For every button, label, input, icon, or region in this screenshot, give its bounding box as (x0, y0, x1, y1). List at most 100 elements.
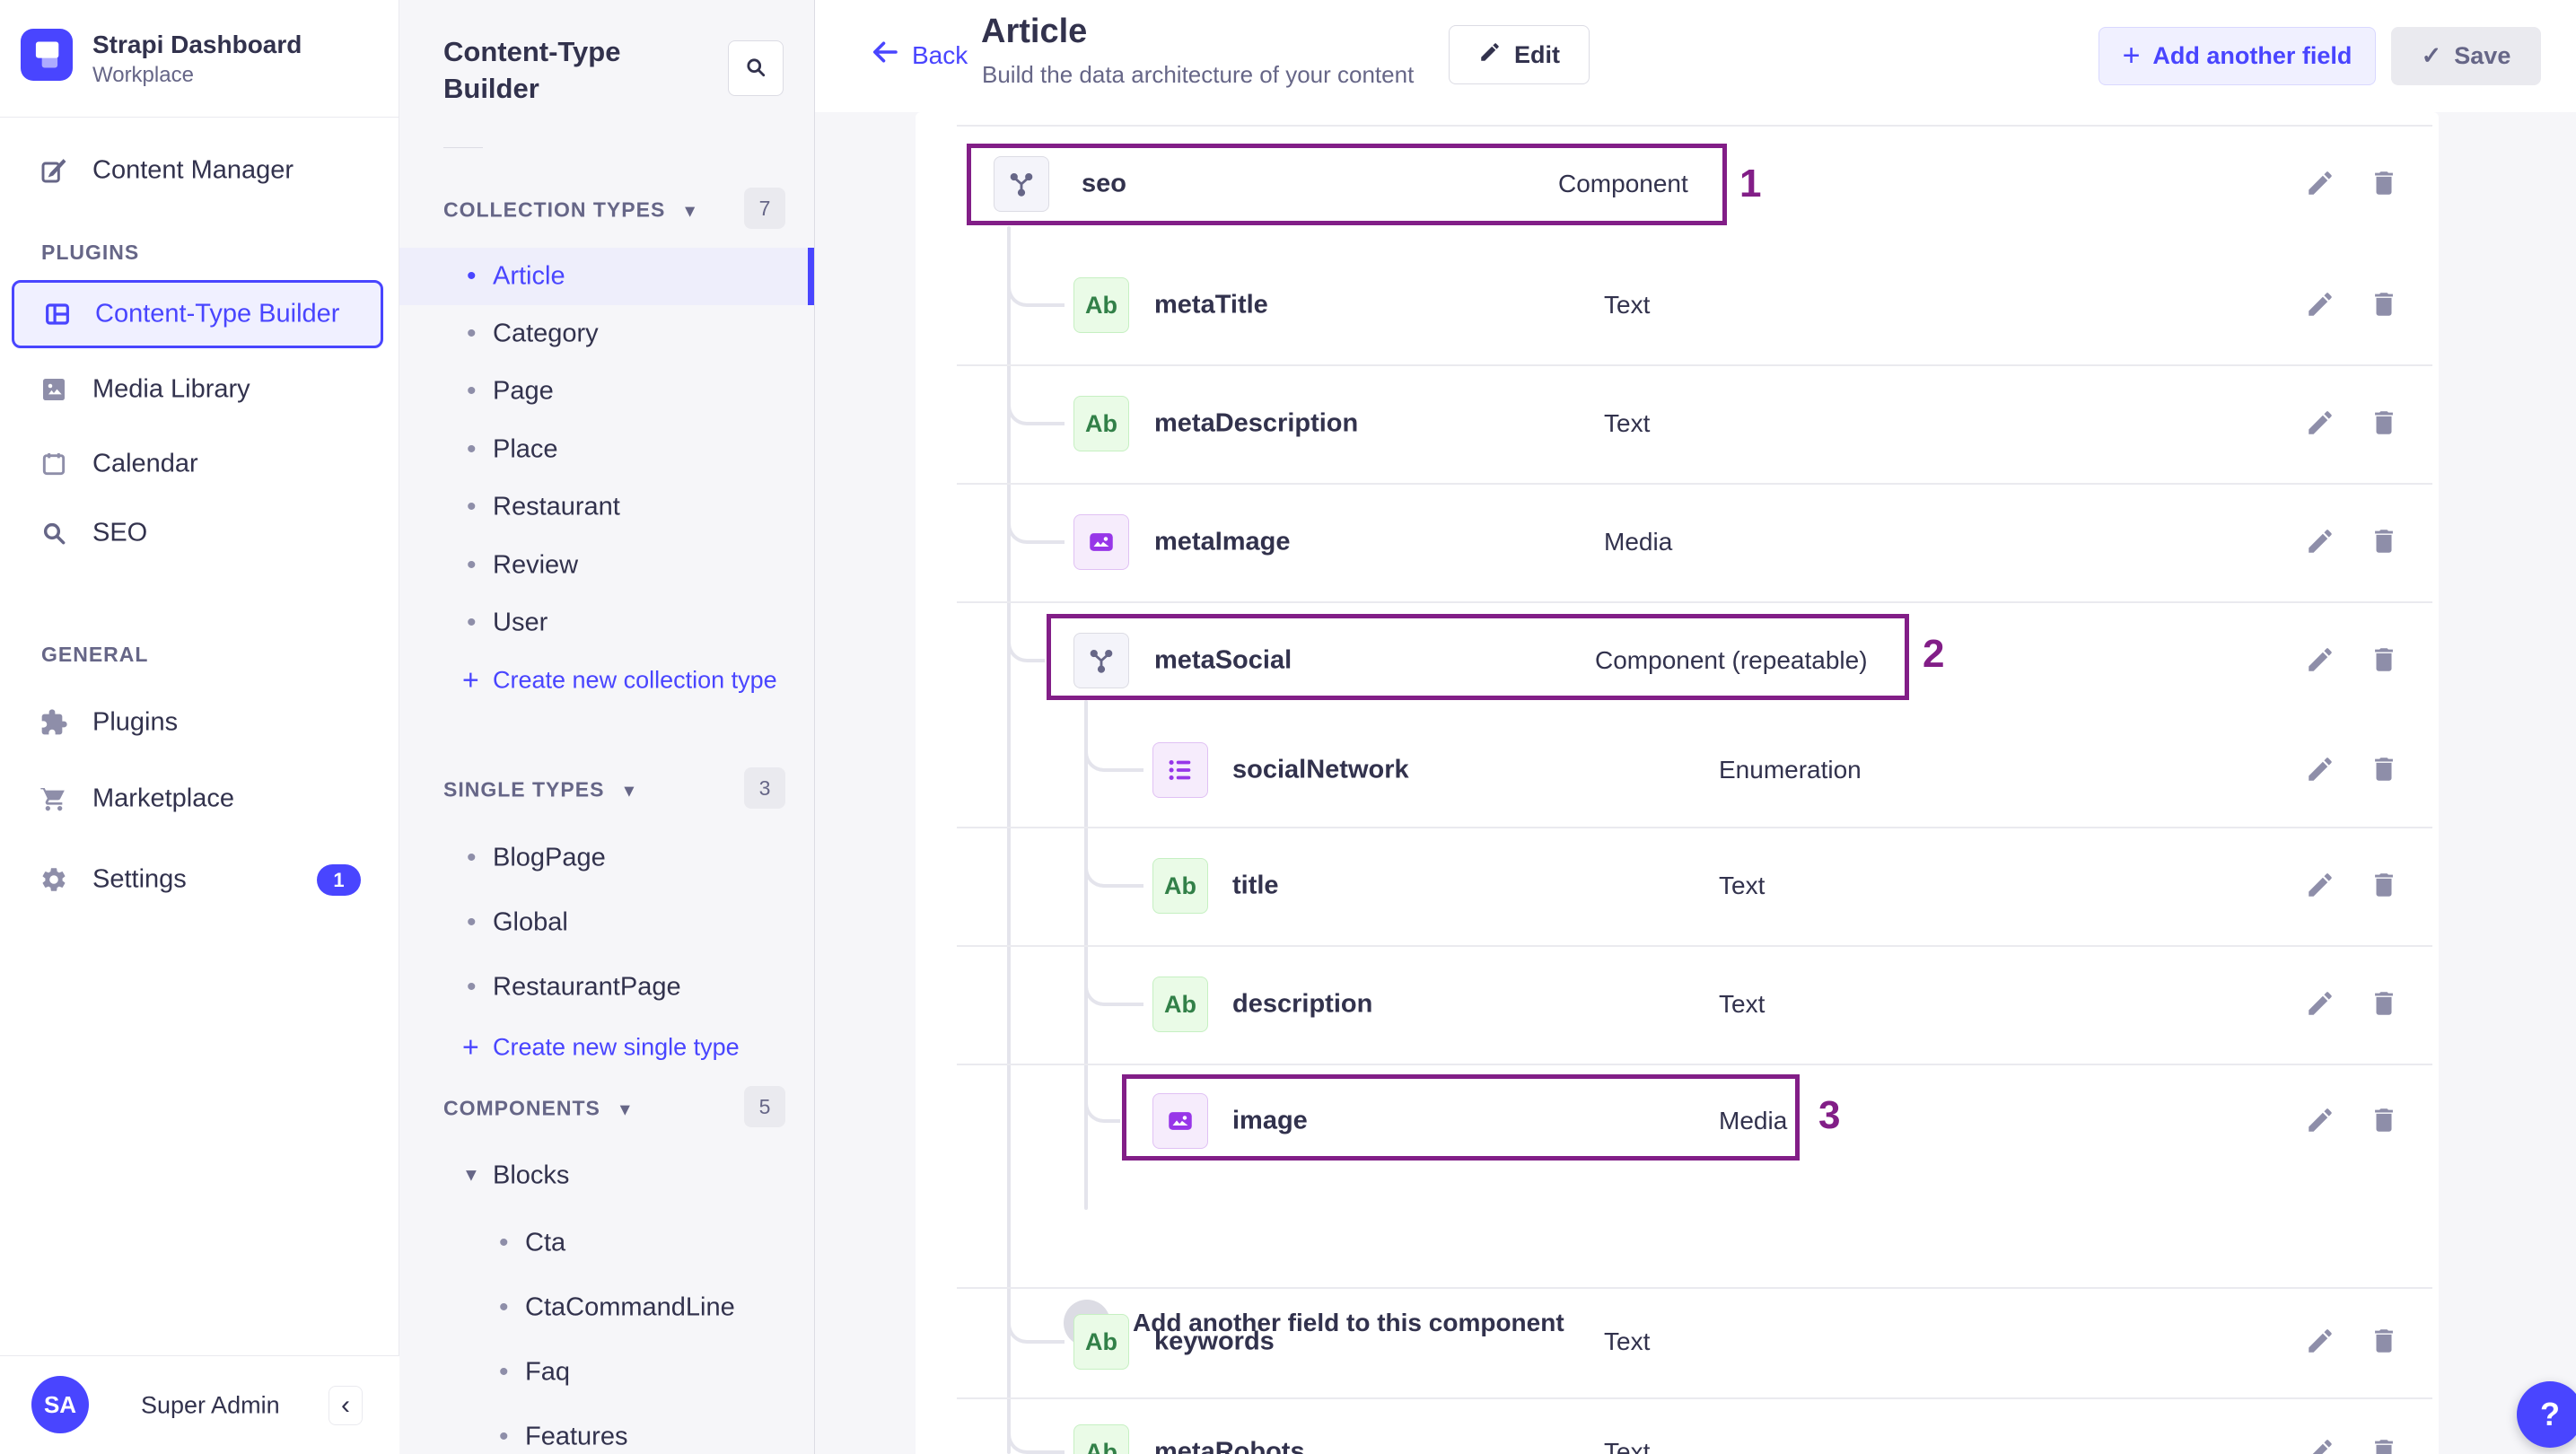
annotation-number-2: 2 (1923, 632, 1945, 676)
delete-field-button[interactable] (2366, 524, 2402, 560)
subnav-title: Content-Type Builder (443, 36, 621, 104)
edit-field-button[interactable] (2302, 1103, 2338, 1139)
sidebar-item-place[interactable]: • Place (399, 421, 814, 478)
component-group-blocks[interactable]: ▼ Blocks (399, 1147, 814, 1204)
field-name: metaDescription (1154, 408, 1359, 438)
content-type-builder-sidebar: Content-Type Builder COLLECTION TYPES ▼ 7… (399, 0, 815, 1454)
sidebar-item-ctacommandline[interactable]: • CtaCommandLine (399, 1279, 814, 1336)
avatar[interactable]: SA (31, 1376, 89, 1433)
magnifier-icon (39, 519, 68, 547)
edit-field-button[interactable] (2302, 986, 2338, 1022)
sidebar-item-review[interactable]: • Review (399, 537, 814, 594)
help-button[interactable]: ? (2517, 1381, 2576, 1448)
field-type: Text (1719, 990, 1766, 1018)
edit-field-button[interactable] (2302, 868, 2338, 904)
media-field-icon (1152, 1093, 1208, 1149)
delete-field-button[interactable] (2366, 752, 2402, 788)
save-button[interactable]: ✓ Save (2391, 27, 2541, 85)
edit-field-button[interactable] (2302, 524, 2338, 560)
delete-field-button[interactable] (2366, 1324, 2402, 1360)
sidebar-item-features[interactable]: • Features (399, 1408, 814, 1454)
sidebar-item-blogpage[interactable]: • BlogPage (399, 829, 814, 887)
add-another-field-button[interactable]: + Add another field (2098, 27, 2376, 85)
pen-square-icon (39, 156, 68, 185)
sidebar-item-marketplace[interactable]: Marketplace (0, 770, 399, 828)
search-button[interactable] (728, 40, 784, 96)
field-type: Component (1558, 170, 1688, 197)
arrow-left-icon (869, 36, 901, 74)
annotation-number-1: 1 (1739, 162, 1762, 206)
back-link[interactable]: Back (869, 36, 968, 74)
delete-field-button[interactable] (2366, 1434, 2402, 1454)
sidebar-item-calendar[interactable]: Calendar (0, 435, 399, 493)
sidebar-item-page[interactable]: • Page (399, 363, 814, 420)
sidebar-item-media-library[interactable]: Media Library (0, 361, 399, 418)
edit-field-button[interactable] (2302, 643, 2338, 679)
field-type: Media (1719, 1107, 1788, 1134)
sidebar-item-cta[interactable]: • Cta (399, 1214, 814, 1272)
create-collection-type-link[interactable]: + Create new collection type (399, 653, 814, 707)
text-field-icon: Ab (1152, 858, 1208, 914)
sidebar-item-seo[interactable]: SEO (0, 504, 399, 562)
field-type: Text (1604, 1438, 1651, 1454)
check-icon: ✓ (2421, 42, 2442, 69)
single-types-count: 3 (744, 767, 785, 809)
sidebar-item-label: Content Manager (92, 155, 294, 185)
edit-field-button[interactable] (2302, 1434, 2338, 1454)
delete-field-button[interactable] (2366, 406, 2402, 442)
delete-field-button[interactable] (2366, 986, 2402, 1022)
edit-field-button[interactable] (2302, 752, 2338, 788)
puzzle-icon (39, 708, 68, 737)
chevron-down-icon: ▼ (616, 1100, 635, 1120)
annotation-number-3: 3 (1818, 1093, 1841, 1137)
sidebar-item-faq[interactable]: • Faq (399, 1344, 814, 1401)
create-single-type-link[interactable]: + Create new single type (399, 1020, 814, 1074)
edit-field-button[interactable] (2302, 1324, 2338, 1360)
collapse-sidebar-button[interactable]: ‹ (329, 1386, 363, 1425)
sidebar-item-label: Plugins (92, 707, 179, 737)
sidebar-item-label: Content-Type Builder (95, 299, 340, 328)
search-icon (743, 55, 768, 83)
field-row-socialnetwork: socialNetwork Enumeration (916, 711, 2439, 829)
strapi-logo-icon (21, 29, 73, 81)
plus-icon: + (462, 663, 479, 696)
field-type: Text (1604, 291, 1651, 319)
page-title: Article (981, 13, 1088, 50)
sidebar-item-restaurant[interactable]: • Restaurant (399, 478, 814, 536)
delete-field-button[interactable] (2366, 166, 2402, 202)
sidebar-item-content-type-builder[interactable]: Content-Type Builder (12, 280, 383, 348)
edit-field-button[interactable] (2302, 406, 2338, 442)
sidebar-item-label: Calendar (92, 449, 198, 478)
edit-field-button[interactable] (2302, 166, 2338, 202)
field-type: Enumeration (1719, 756, 1862, 784)
components-header[interactable]: COMPONENTS ▼ (443, 1097, 635, 1121)
single-types-header[interactable]: SINGLE TYPES ▼ (443, 778, 638, 802)
sidebar-item-category[interactable]: • Category (399, 305, 814, 363)
delete-field-button[interactable] (2366, 287, 2402, 323)
pencil-icon (1478, 40, 1502, 70)
page-subtitle: Build the data architecture of your cont… (982, 61, 1415, 88)
delete-field-button[interactable] (2366, 643, 2402, 679)
sidebar-item-plugins[interactable]: Plugins (0, 694, 399, 751)
collection-types-header[interactable]: COLLECTION TYPES ▼ (443, 198, 699, 223)
delete-field-button[interactable] (2366, 1103, 2402, 1139)
delete-field-button[interactable] (2366, 868, 2402, 904)
sidebar-item-label: Settings (92, 864, 187, 894)
sidebar-item-label: SEO (92, 518, 148, 547)
sidebar-item-global[interactable]: • Global (399, 894, 814, 951)
field-name: metaImage (1154, 527, 1291, 556)
sidebar-item-settings[interactable]: Settings 1 (0, 851, 399, 908)
brand-block[interactable]: Strapi Dashboard Workplace (0, 0, 399, 118)
field-type: Media (1604, 528, 1673, 556)
field-name: metaRobots (1154, 1437, 1305, 1454)
sidebar-item-article[interactable]: • Article (399, 248, 814, 305)
edit-button[interactable]: Edit (1449, 25, 1590, 84)
field-name: description (1232, 989, 1373, 1019)
edit-field-button[interactable] (2302, 287, 2338, 323)
sidebar-item-content-manager[interactable]: Content Manager (0, 142, 399, 199)
sidebar-item-restaurantpage[interactable]: • RestaurantPage (399, 959, 814, 1016)
sidebar-item-user[interactable]: • User (399, 594, 814, 652)
field-row-metaimage: metaImage Media (916, 483, 2439, 601)
field-row-metatitle: Ab metaTitle Text (916, 246, 2439, 364)
brand-name: Strapi Dashboard (92, 31, 302, 58)
